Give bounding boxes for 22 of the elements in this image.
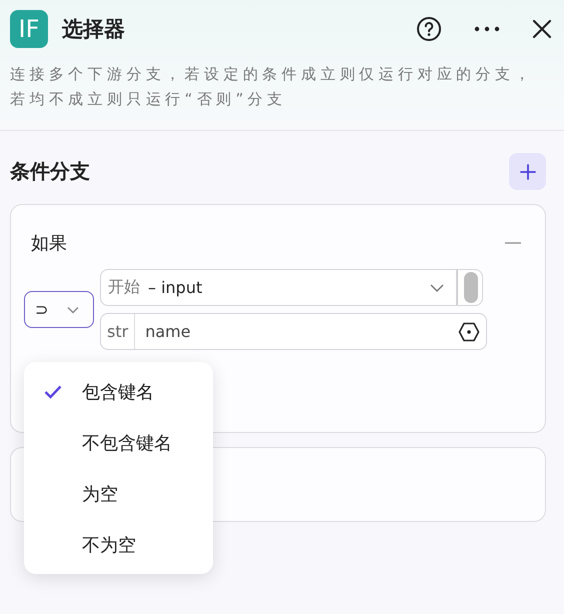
menu-option[interactable]: 包含键名	[24, 366, 213, 417]
key-field[interactable]: str name	[100, 313, 487, 350]
plus-icon	[520, 164, 536, 180]
add-button[interactable]	[509, 153, 546, 190]
menu-option[interactable]: 不包含键名	[24, 417, 213, 468]
scrollbar-thumb[interactable]	[457, 269, 483, 306]
panel-title: 选择器	[62, 16, 125, 43]
more-icon[interactable]	[474, 26, 500, 32]
type-tag: str	[101, 314, 136, 349]
close-icon[interactable]	[532, 19, 552, 39]
variable-icon[interactable]	[458, 320, 480, 342]
description-text: 连接多个下游分支，若设定的条件成立则仅运行对应的分支，若均不成立则只运行“否则”分支	[10, 64, 535, 110]
section-title: 条件分支	[10, 158, 90, 185]
branch-label: 如果	[31, 232, 67, 255]
operator-select[interactable]: ⊃	[24, 291, 94, 328]
chevron-down-icon	[67, 306, 79, 314]
help-icon[interactable]	[416, 16, 442, 42]
logo-icon: IF	[10, 10, 48, 48]
source-select[interactable]: 开始 – input	[100, 269, 457, 306]
menu-option[interactable]: 为空	[24, 468, 213, 519]
chevron-down-icon	[430, 284, 444, 292]
menu-option[interactable]: 不为空	[24, 519, 213, 570]
